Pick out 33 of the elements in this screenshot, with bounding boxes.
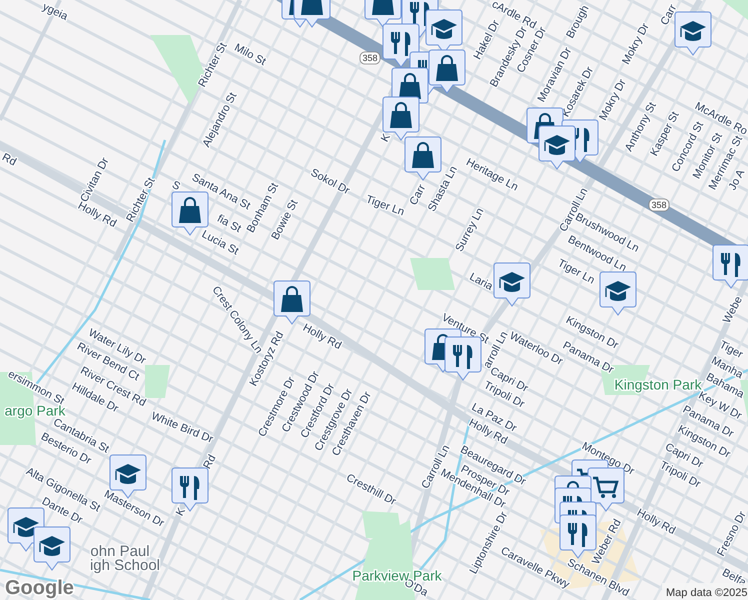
fork-knife-pin[interactable]: [712, 244, 748, 288]
street-label: Laria: [467, 270, 495, 293]
graduation-cap-pin[interactable]: [674, 12, 712, 56]
street-label: Rd: [201, 452, 219, 471]
map-pin-cluster[interactable]: [282, 0, 330, 28]
graduation-cap-pin[interactable]: [494, 262, 530, 306]
street-label: Tiger Ln: [364, 193, 406, 218]
street-label: Carr: [658, 2, 680, 28]
park-label: argo Park: [4, 402, 66, 419]
street-label: Holly Rd: [634, 506, 678, 537]
route-shield: 358: [648, 198, 670, 212]
graduation-cap-pin[interactable]: [600, 272, 636, 316]
street-label: White Bird Dr: [149, 410, 215, 446]
map-pin-cluster[interactable]: [364, 0, 466, 180]
street-label: Carr: [408, 182, 428, 208]
street-label: Holly Rd: [300, 322, 344, 352]
park-area: [410, 258, 455, 290]
street-label: Sokol Dr: [308, 166, 352, 198]
google-logo: Google: [5, 577, 74, 599]
shopping-bag-pin[interactable]: [274, 280, 310, 324]
street-label: Milo St: [232, 42, 268, 68]
map-attribution: Map data ©2025: [662, 583, 748, 600]
street-label: K: [378, 132, 393, 144]
street-label: fia St: [215, 212, 243, 236]
street-label: S: [170, 178, 182, 193]
street-label: Rd: [0, 151, 18, 169]
street-label: ygeia: [40, 0, 70, 23]
street-label: Holly Rd: [76, 200, 118, 230]
street-label: Tiger: [717, 338, 745, 361]
street-label: K: [174, 506, 188, 518]
park-area: [722, 0, 748, 20]
route-shield: 358: [360, 52, 380, 64]
park-area: [145, 365, 170, 398]
